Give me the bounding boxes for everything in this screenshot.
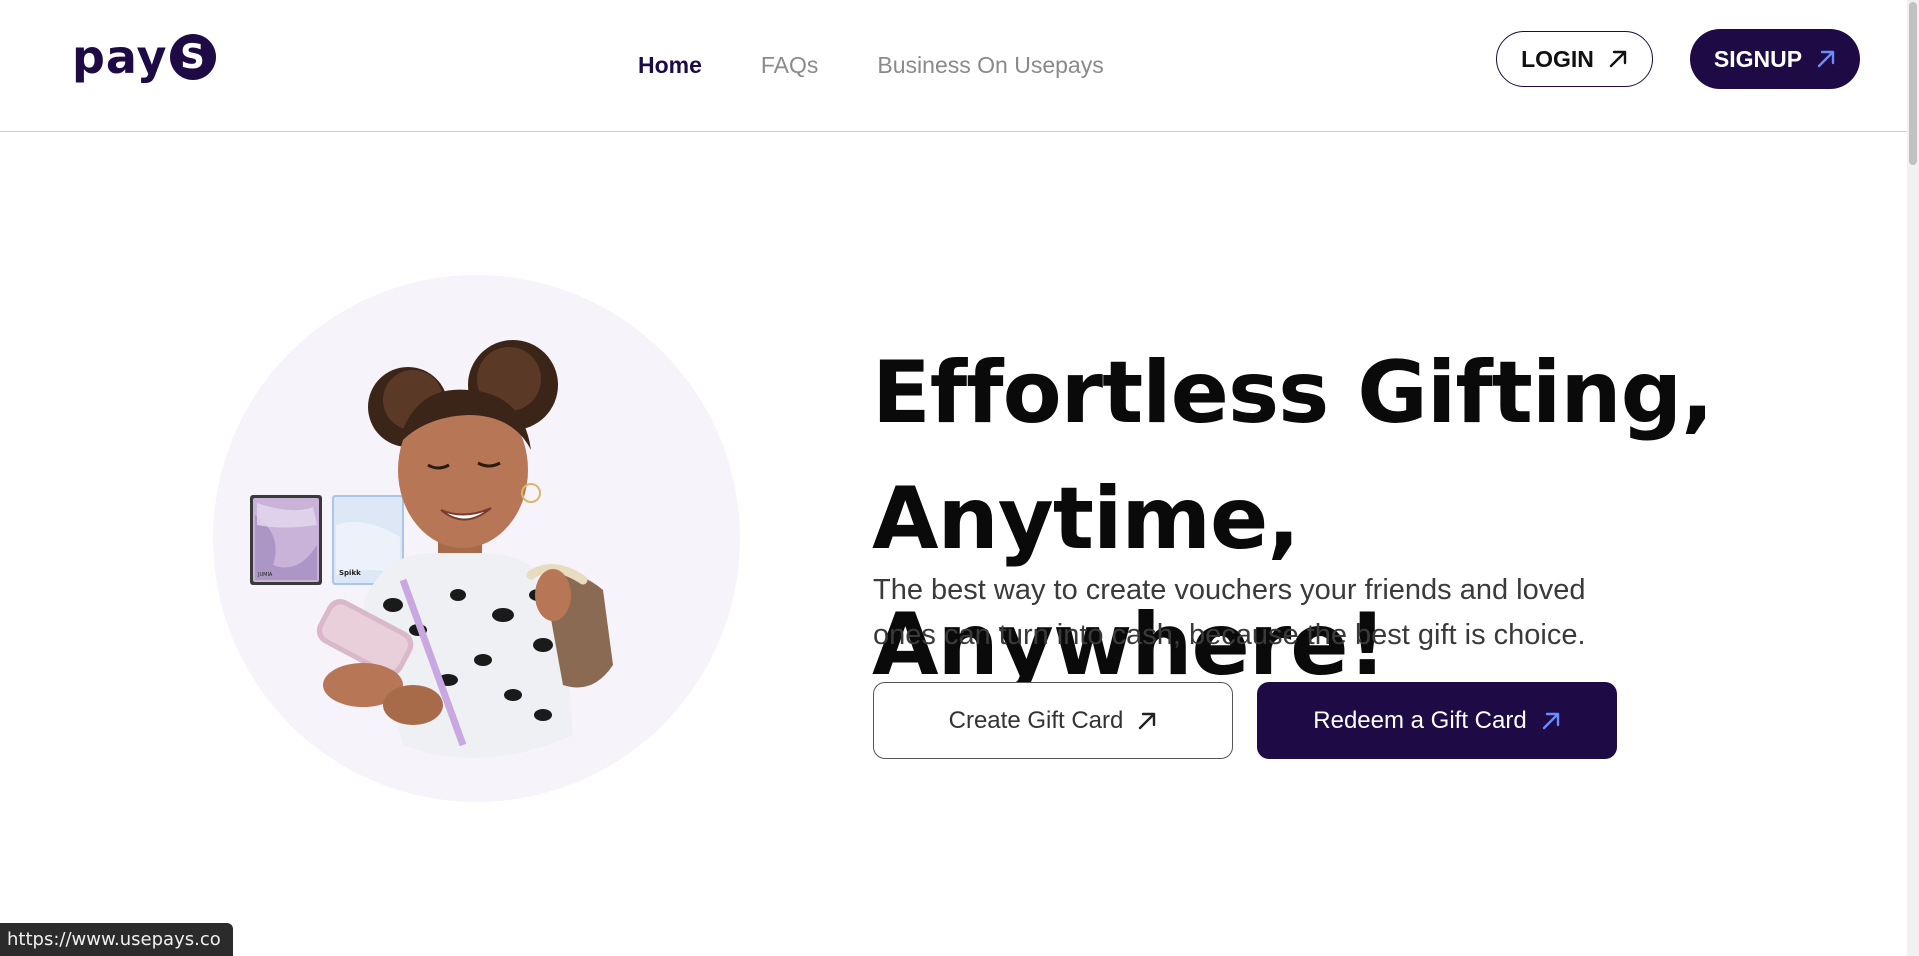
hero-subtitle: The best way to create vouchers your fri… bbox=[873, 574, 1586, 651]
create-gift-card-label: Create Gift Card bbox=[948, 706, 1124, 734]
nav-item-home[interactable]: Home bbox=[638, 52, 702, 79]
nav-item-faqs[interactable]: FAQs bbox=[761, 52, 819, 79]
login-label: LOGIN bbox=[1521, 45, 1594, 72]
scrollbar-thumb[interactable] bbox=[1909, 2, 1917, 165]
card-brand-jumia: JUMIA bbox=[257, 572, 273, 578]
signup-label: SIGNUP bbox=[1713, 45, 1803, 72]
arrow-up-right-icon bbox=[1541, 711, 1561, 731]
hero-headline-line1: Effortless Gifting, bbox=[872, 343, 1714, 443]
link-status-bar: https://www.usepays.co bbox=[0, 923, 233, 956]
arrow-up-right-icon bbox=[1816, 49, 1836, 69]
gift-card-jumia: JUMIA bbox=[250, 495, 322, 585]
logo[interactable]: pay S bbox=[72, 34, 216, 80]
signup-button[interactable]: SIGNUP bbox=[1690, 29, 1860, 89]
main-nav: Home FAQs Business On Usepays bbox=[638, 52, 1104, 79]
logo-badge: S bbox=[169, 34, 216, 80]
redeem-gift-card-label: Redeem a Gift Card bbox=[1313, 706, 1527, 734]
card-brand-spikk: Spikk bbox=[339, 569, 361, 577]
vertical-scrollbar[interactable] bbox=[1907, 0, 1919, 956]
arrow-up-right-icon bbox=[1137, 711, 1157, 731]
nav-item-business[interactable]: Business On Usepays bbox=[877, 52, 1103, 79]
logo-text: pay bbox=[72, 30, 168, 84]
create-gift-card-button[interactable]: Create Gift Card bbox=[873, 682, 1233, 759]
site-header: pay S Home FAQs Business On Usepays LOGI… bbox=[0, 0, 1907, 132]
arrow-up-right-icon bbox=[1608, 49, 1628, 69]
hero-illustration: JUMIA Spikk bbox=[250, 340, 613, 758]
redeem-gift-card-button[interactable]: Redeem a Gift Card bbox=[1257, 682, 1617, 759]
page: pay S Home FAQs Business On Usepays LOGI… bbox=[0, 0, 1907, 956]
login-button[interactable]: LOGIN bbox=[1496, 31, 1653, 87]
